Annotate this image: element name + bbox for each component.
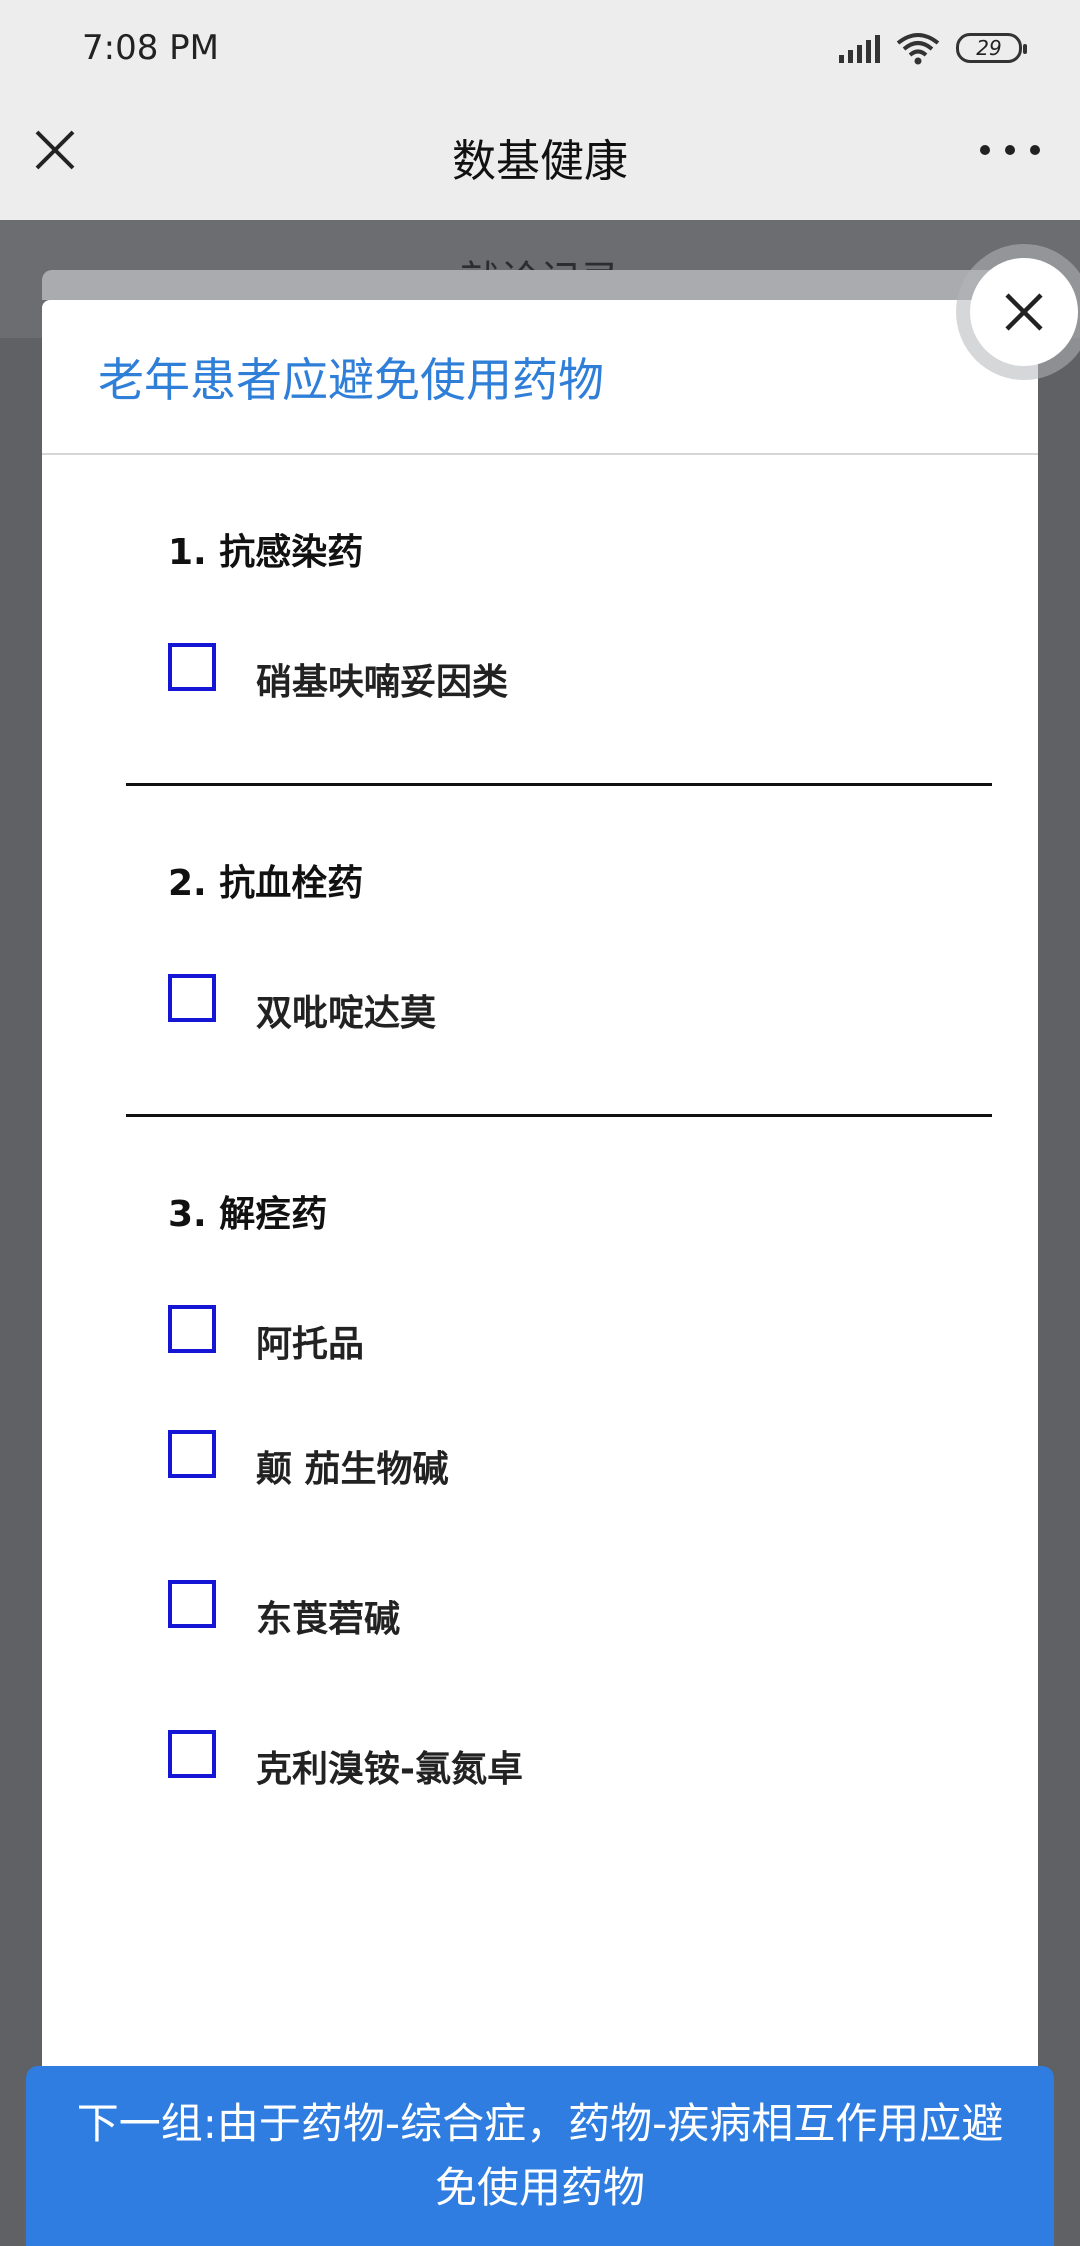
drug-item[interactable]: 东莨菪碱 [126,1535,992,1685]
checkbox[interactable] [168,1305,216,1353]
battery-icon: 29 [956,33,1027,63]
checkbox[interactable] [168,1430,216,1478]
drug-item[interactable]: 颠 茄生物碱 [126,1385,992,1535]
drug-label: 硝基呋喃妥因类 [256,662,509,703]
nav-bar: 数基健康 [0,95,1080,220]
battery-level: 29 [976,36,1002,60]
status-icons: 29 [839,30,1027,66]
drug-label: 克利溴铵-氯氮卓 [256,1749,523,1790]
drug-label: 颠 茄生物碱 [256,1449,449,1490]
next-group-button[interactable]: 下一组:由于药物-综合症，药物-疾病相互作用应避免使用药物 [26,2066,1054,2246]
status-time: 7:08 PM [82,28,219,68]
drug-group: 3. 解痉药 阿托品 颠 茄生物碱 东莨菪碱 克利溴铵-氯氮卓 [126,1117,992,1895]
modal-header: 老年患者应避免使用药物 [42,300,1038,455]
checkbox[interactable] [168,1580,216,1628]
group-title: 1. 抗感染药 [168,532,364,573]
group-title: 2. 抗血栓药 [168,863,364,904]
drug-group: 1. 抗感染药 硝基呋喃妥因类 [126,455,992,786]
modal-title: 老年患者应避免使用药物 [98,352,604,407]
drug-warning-modal: 老年患者应避免使用药物 1. 抗感染药 硝基呋喃妥因类 2. 抗血栓药 双吡啶达… [42,300,1038,2246]
modal-close-button[interactable] [970,258,1078,366]
drug-label: 东莨菪碱 [256,1599,401,1640]
drug-label: 双吡啶达莫 [256,993,437,1034]
drug-item[interactable]: 阿托品 [126,1235,992,1385]
nav-title: 数基健康 [452,136,628,187]
drug-label: 阿托品 [256,1324,365,1365]
checkbox[interactable] [168,1730,216,1778]
more-icon[interactable] [980,135,1040,165]
checkbox[interactable] [168,974,216,1022]
drug-group: 2. 抗血栓药 双吡啶达莫 [126,786,992,1117]
drug-item[interactable]: 双吡啶达莫 [126,904,992,1054]
drug-item[interactable]: 硝基呋喃妥因类 [126,573,992,723]
wifi-icon [896,33,940,65]
modal-body: 1. 抗感染药 硝基呋喃妥因类 2. 抗血栓药 双吡啶达莫 3. 解痉药 阿托品… [42,455,1038,1895]
signal-icon [839,33,880,63]
close-icon [1005,293,1043,331]
checkbox[interactable] [168,643,216,691]
group-title: 3. 解痉药 [168,1194,328,1235]
status-bar: 7:08 PM 29 [0,0,1080,95]
drug-item[interactable]: 克利溴铵-氯氮卓 [126,1685,992,1835]
modal-stack-shadow [42,270,1038,300]
